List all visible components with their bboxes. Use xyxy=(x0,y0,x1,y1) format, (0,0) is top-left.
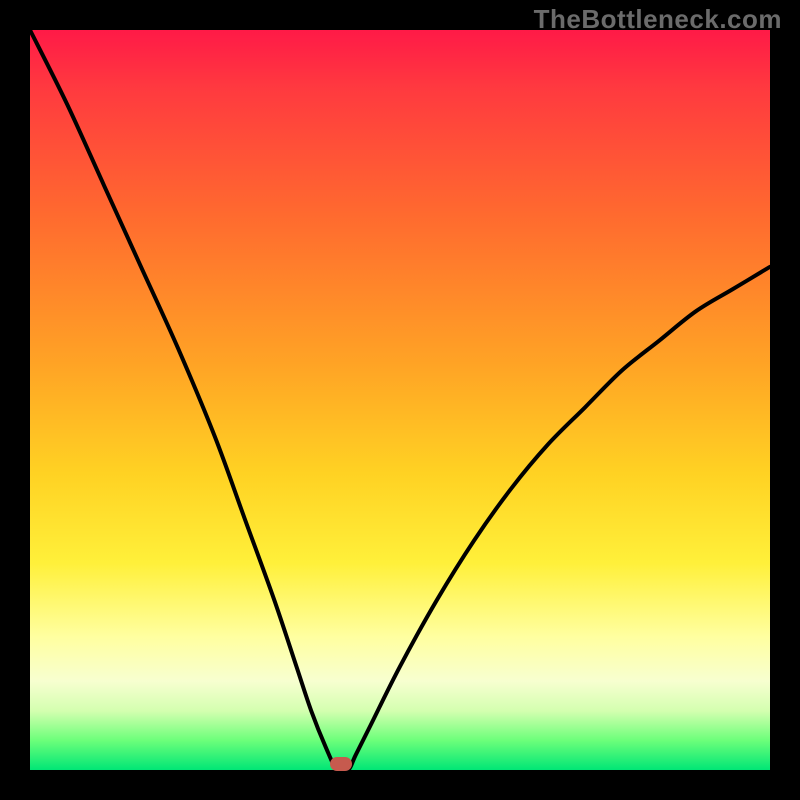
plot-area xyxy=(30,30,770,770)
bottleneck-curve-path xyxy=(30,30,770,772)
chart-frame: TheBottleneck.com xyxy=(0,0,800,800)
min-marker xyxy=(330,757,352,771)
bottleneck-curve xyxy=(30,30,770,770)
